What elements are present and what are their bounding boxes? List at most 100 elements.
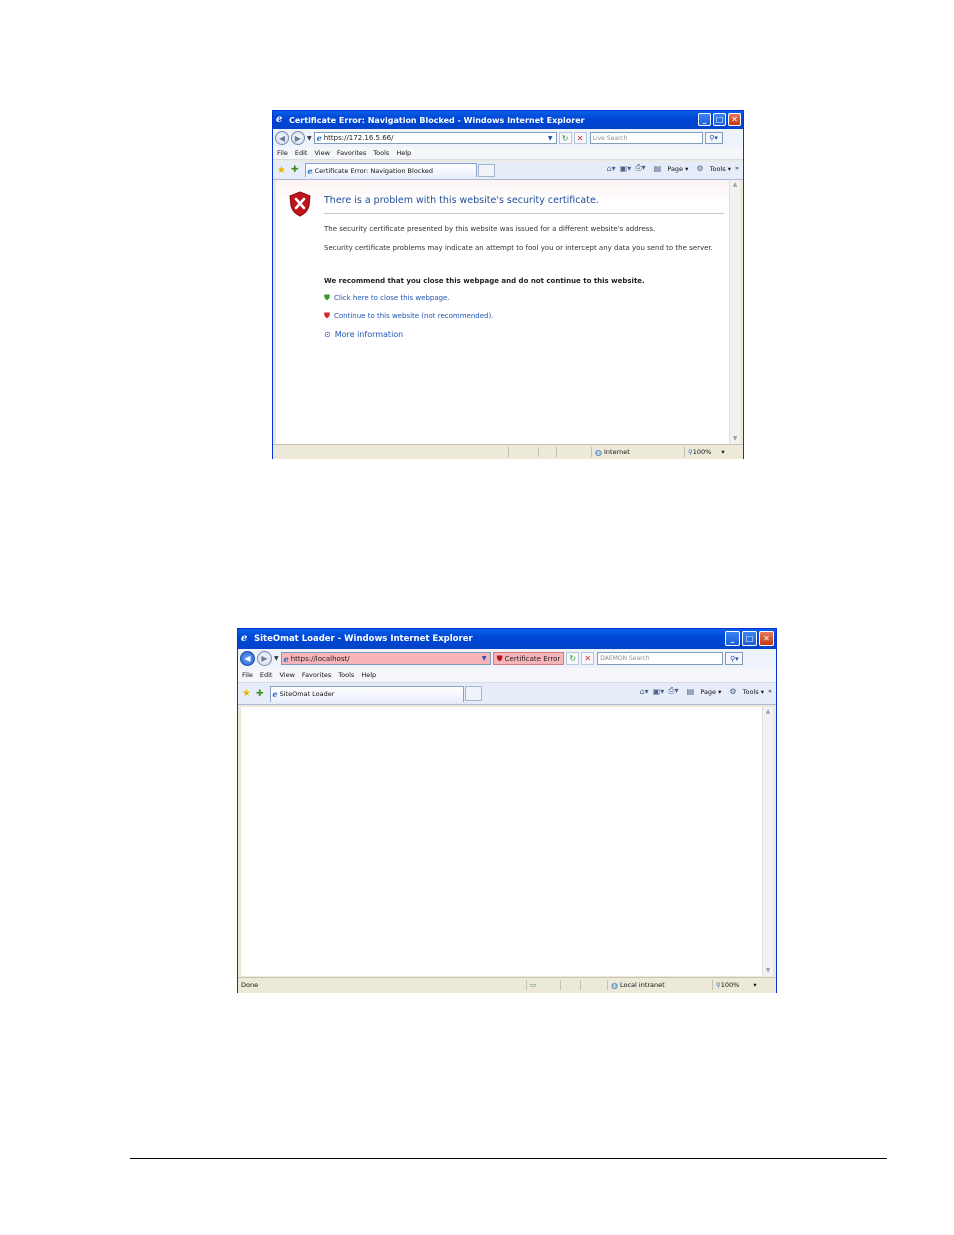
tools-menu[interactable]: ⚙ Tools ▾ <box>692 164 731 173</box>
menu-favorites[interactable]: Favorites <box>337 149 366 157</box>
new-tab-button[interactable] <box>464 686 482 701</box>
security-zone[interactable]: ◍ Internet <box>591 447 687 457</box>
print-icon[interactable]: ⎙▾ <box>635 163 645 173</box>
page-menu-label: Page <box>667 164 684 173</box>
menu-edit[interactable]: Edit <box>295 149 308 157</box>
command-bar: ⌂▾ ▣▾ ⎙▾ ▤ Page ▾ ⚙ Tools ▾ » <box>636 686 772 696</box>
error-description: The security certificate presented by th… <box>324 225 656 233</box>
refresh-button[interactable]: ↻ <box>558 132 572 144</box>
certificate-error-label: Certificate Error <box>504 654 561 663</box>
search-input[interactable]: Live Search <box>589 132 703 144</box>
stop-button[interactable]: ✕ <box>581 652 595 665</box>
page-menu-label: Page <box>700 687 717 696</box>
favorites-star-icon[interactable]: ★ <box>242 688 251 699</box>
favorites-star-icon[interactable]: ★ <box>277 165 286 176</box>
more-chevron-icon[interactable]: » <box>768 687 772 695</box>
feeds-icon[interactable]: ▣▾ <box>653 687 665 696</box>
error-shield-icon <box>289 191 311 217</box>
vertical-scrollbar[interactable]: ▲ ▼ <box>729 180 740 444</box>
cert-error-shield-icon: ⛊ <box>496 653 503 663</box>
menu-tools[interactable]: Tools <box>373 149 389 157</box>
address-text: https://172.16.5.66/ <box>323 134 394 142</box>
search-button[interactable]: ⚲▾ <box>704 132 723 144</box>
title-bar: e Certificate Error: Navigation Blocked … <box>273 111 743 129</box>
add-favorite-icon[interactable]: ✚ <box>291 165 299 175</box>
close-webpage-link[interactable]: ⛊ Click here to close this webpage. <box>324 293 450 303</box>
address-text: https://localhost/ <box>290 654 350 663</box>
tab-bar: ★ ✚ e Certificate Error: Navigation Bloc… <box>273 161 743 180</box>
continue-website-link[interactable]: ⛊ Continue to this website (not recommen… <box>324 311 493 321</box>
menu-file[interactable]: File <box>277 149 288 157</box>
zoom-control[interactable]: ⚲ 100% ▾ <box>684 447 736 457</box>
history-dropdown-icon[interactable]: ▼ <box>274 655 279 662</box>
menu-tools[interactable]: Tools <box>338 671 354 679</box>
network-icon: ▭ <box>530 981 537 989</box>
add-favorite-icon[interactable]: ✚ <box>256 689 264 699</box>
search-button[interactable]: ⚲▾ <box>725 652 744 665</box>
address-dropdown-icon[interactable]: ▼ <box>480 653 489 663</box>
address-field[interactable]: e https://172.16.5.66/ ▼ <box>313 132 557 144</box>
zoom-level: 100% <box>692 448 712 456</box>
new-tab-button[interactable] <box>477 163 495 177</box>
home-icon[interactable]: ⌂▾ <box>640 687 649 696</box>
red-shield-icon: ⛊ <box>324 311 330 320</box>
zoom-dropdown-icon[interactable]: ▾ <box>721 448 724 456</box>
home-icon[interactable]: ⌂▾ <box>607 164 616 173</box>
maximize-button[interactable]: □ <box>713 113 726 126</box>
zoom-dropdown-icon[interactable]: ▾ <box>753 981 756 989</box>
history-dropdown-icon[interactable]: ▼ <box>307 135 312 142</box>
more-information-link[interactable]: ⊙ More information <box>324 330 403 339</box>
stop-button[interactable]: ✕ <box>573 132 587 144</box>
scroll-up-icon[interactable]: ▲ <box>763 707 773 717</box>
status-bar: Done ▭ ◍ Local intranet ⚲ 100% ▾ <box>238 977 776 993</box>
page-menu[interactable]: ▤ Page ▾ <box>650 164 689 173</box>
menu-help[interactable]: Help <box>361 671 376 679</box>
tools-menu[interactable]: ⚙ Tools ▾ <box>725 687 764 696</box>
tab-siteomat[interactable]: e SiteOmat Loader <box>269 685 464 702</box>
status-cell <box>556 447 594 457</box>
scroll-down-icon[interactable]: ▼ <box>763 966 773 976</box>
print-icon[interactable]: ⎙▾ <box>668 686 678 696</box>
page-menu-icon: ▤ <box>686 686 695 696</box>
maximize-button[interactable]: □ <box>742 631 757 646</box>
minimize-button[interactable]: _ <box>698 113 711 126</box>
certificate-error-button[interactable]: ⛊ Certificate Error <box>492 652 565 665</box>
close-button[interactable]: ✕ <box>728 113 741 126</box>
menu-favorites[interactable]: Favorites <box>302 671 331 679</box>
menu-view[interactable]: View <box>314 149 329 157</box>
error-warning: Security certificate problems may indica… <box>324 244 713 252</box>
menu-edit[interactable]: Edit <box>260 671 273 679</box>
close-button[interactable]: ✕ <box>759 631 774 646</box>
tab-cert-error[interactable]: e Certificate Error: Navigation Blocked <box>304 163 477 177</box>
vertical-scrollbar[interactable]: ▲ ▼ <box>762 707 773 976</box>
scroll-up-icon[interactable]: ▲ <box>730 180 740 190</box>
back-button[interactable]: ◀ <box>275 131 289 145</box>
more-information-label: More information <box>334 330 404 339</box>
zoom-control[interactable]: ⚲ 100% ▾ <box>712 980 776 990</box>
divider <box>324 213 724 214</box>
menu-view[interactable]: View <box>279 671 294 679</box>
zoom-level: 100% <box>720 981 740 989</box>
back-button[interactable]: ◀ <box>240 651 255 666</box>
more-chevron-icon[interactable]: » <box>735 164 739 172</box>
address-field[interactable]: e https://localhost/ ▼ <box>280 652 491 665</box>
refresh-button[interactable]: ↻ <box>566 652 580 665</box>
address-bar-row: ◀ ▶ ▼ e https://localhost/ ▼ ⛊ Certifica… <box>238 649 776 668</box>
feeds-icon[interactable]: ▣▾ <box>620 164 632 173</box>
tab-label: SiteOmat Loader <box>279 690 335 698</box>
forward-button[interactable]: ▶ <box>257 651 272 666</box>
scroll-down-icon[interactable]: ▼ <box>730 434 740 444</box>
address-dropdown-icon[interactable]: ▼ <box>546 133 555 143</box>
page-menu[interactable]: ▤ Page ▾ <box>683 687 722 696</box>
gear-icon: ⚙ <box>729 686 737 696</box>
ie-logo-icon: e <box>276 114 283 125</box>
security-zone[interactable]: ◍ Local intranet <box>607 980 715 990</box>
zone-label: Local intranet <box>619 981 665 989</box>
menu-help[interactable]: Help <box>396 149 411 157</box>
ie-logo-icon: e <box>241 633 248 644</box>
search-input[interactable]: DAEMON Search <box>597 652 724 665</box>
minimize-button[interactable]: _ <box>725 631 740 646</box>
forward-button[interactable]: ▶ <box>291 131 305 145</box>
menu-file[interactable]: File <box>242 671 253 679</box>
close-webpage-label: Click here to close this webpage. <box>334 294 450 302</box>
